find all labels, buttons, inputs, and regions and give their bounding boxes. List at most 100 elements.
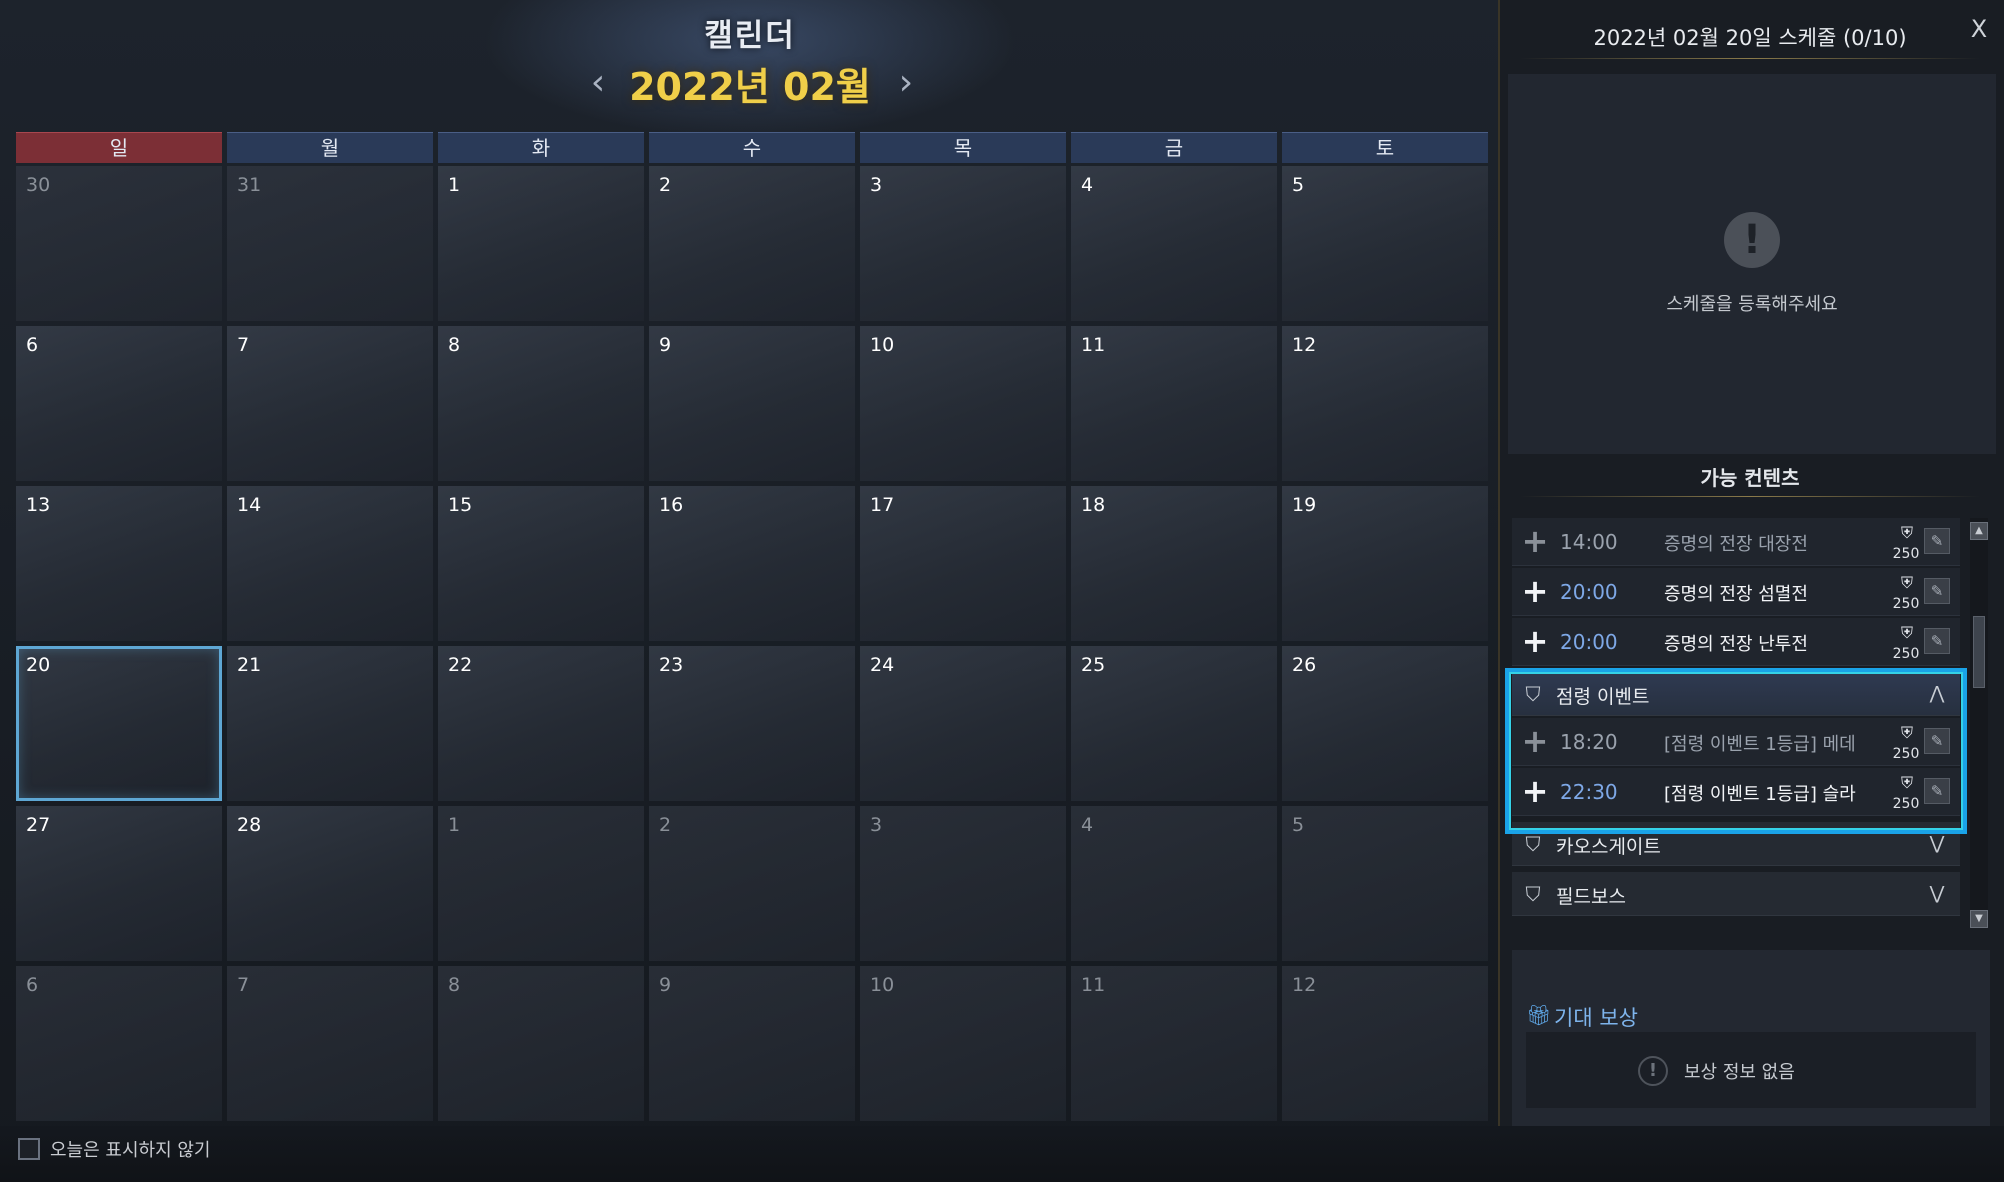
calendar-day[interactable]: 2: [649, 166, 855, 321]
calendar-day[interactable]: 3: [860, 166, 1066, 321]
shield-crest-icon: ⛉: [1525, 682, 1541, 706]
add-schedule-button[interactable]: +: [1520, 625, 1550, 657]
calendar-day[interactable]: 25: [1071, 646, 1277, 801]
weekday-header: 일월화수목금토: [16, 132, 1488, 163]
calendar-day[interactable]: 8: [438, 326, 644, 481]
day-number: 27: [26, 814, 51, 836]
calendar-day[interactable]: 30: [16, 166, 222, 321]
scroll-down-button[interactable]: ▼: [1970, 910, 1988, 928]
content-name: [점령 이벤트 1등급] 메데: [1664, 734, 1856, 755]
chevron-down-icon[interactable]: ⋁: [1924, 881, 1950, 907]
day-number: 3: [870, 814, 883, 836]
content-name: [점령 이벤트 1등급] 슬라: [1664, 784, 1856, 805]
calendar-day[interactable]: 10: [860, 326, 1066, 481]
category-header[interactable]: ⛉ 필드보스 ⋁: [1512, 872, 1960, 916]
calendar-day[interactable]: 7: [227, 966, 433, 1121]
calendar-day[interactable]: 11: [1071, 966, 1277, 1121]
calendar-day[interactable]: 7: [227, 326, 433, 481]
next-month-button[interactable]: ›: [886, 61, 926, 103]
day-number: 23: [659, 654, 684, 676]
category-header[interactable]: ⛉ 점령 이벤트 ⋀: [1512, 672, 1960, 716]
weekday-label: 목: [860, 132, 1066, 163]
calendar-day[interactable]: 16: [649, 486, 855, 641]
calendar-day[interactable]: 15: [438, 486, 644, 641]
calendar-day[interactable]: 18: [1071, 486, 1277, 641]
day-number: 2: [659, 814, 672, 836]
calendar-day[interactable]: 3: [860, 806, 1066, 961]
category-header[interactable]: ⛉ 카오스게이트 ⋁: [1512, 822, 1960, 866]
calendar-day[interactable]: 24: [860, 646, 1066, 801]
day-number: 9: [659, 974, 672, 996]
day-number: 24: [870, 654, 895, 676]
expected-reward-section: 🎁︎ 기대 보상 ! 보상 정보 없음: [1512, 950, 1990, 1126]
chevron-up-icon[interactable]: ⋀: [1924, 681, 1950, 707]
day-number: 9: [659, 334, 672, 356]
calendar-day[interactable]: 6: [16, 326, 222, 481]
scroll-thumb[interactable]: [1973, 616, 1985, 688]
calendar-day[interactable]: 5: [1282, 806, 1488, 961]
edit-icon-button[interactable]: ✎: [1924, 578, 1950, 604]
calendar-day[interactable]: 8: [438, 966, 644, 1121]
edit-icon-button[interactable]: ✎: [1924, 778, 1950, 804]
chevron-down-icon[interactable]: ⋁: [1924, 831, 1950, 857]
content-item: +22:30 [점령 이벤트 1등급] 슬라 ⛨ 250 ✎: [1512, 768, 1960, 816]
calendar-day[interactable]: 4: [1071, 806, 1277, 961]
add-schedule-button[interactable]: +: [1520, 575, 1550, 607]
calendar-day[interactable]: 1: [438, 166, 644, 321]
calendar-day[interactable]: 13: [16, 486, 222, 641]
calendar-day[interactable]: 12: [1282, 966, 1488, 1121]
add-schedule-button[interactable]: +: [1520, 525, 1550, 557]
day-number: 26: [1292, 654, 1317, 676]
calendar-day[interactable]: 19: [1282, 486, 1488, 641]
calendar-day[interactable]: 1: [438, 806, 644, 961]
scroll-up-button[interactable]: ▲: [1970, 522, 1988, 540]
add-schedule-button[interactable]: +: [1520, 775, 1550, 807]
add-schedule-button[interactable]: +: [1520, 725, 1550, 757]
calendar-day[interactable]: 9: [649, 326, 855, 481]
calendar-day[interactable]: 17: [860, 486, 1066, 641]
calendar-day[interactable]: 11: [1071, 326, 1277, 481]
day-number: 28: [237, 814, 262, 836]
day-number: 21: [237, 654, 262, 676]
hide-today-option[interactable]: 오늘은 표시하지 않기: [18, 1136, 210, 1162]
day-number: 25: [1081, 654, 1106, 676]
weekday-label: 토: [1282, 132, 1488, 163]
content-name: 증명의 전장 난투전: [1664, 634, 1808, 655]
weekday-label: 월: [227, 132, 433, 163]
chevron-right-icon: ›: [898, 61, 914, 103]
calendar-day[interactable]: 9: [649, 966, 855, 1121]
calendar-day[interactable]: 5: [1282, 166, 1488, 321]
day-number: 30: [26, 174, 51, 196]
calendar-day[interactable]: 23: [649, 646, 855, 801]
calendar-day[interactable]: 14: [227, 486, 433, 641]
day-number: 22: [448, 654, 473, 676]
calendar-day-selected[interactable]: 20: [16, 646, 222, 801]
divider: [1520, 496, 1980, 497]
required-level: 250: [1892, 646, 1920, 662]
day-number: 5: [1292, 174, 1305, 196]
edit-icon-button[interactable]: ✎: [1924, 728, 1950, 754]
calendar-day[interactable]: 22: [438, 646, 644, 801]
day-number: 1: [448, 174, 461, 196]
scrollbar[interactable]: [1970, 518, 1988, 928]
weekday-label: 수: [649, 132, 855, 163]
day-number: 3: [870, 174, 883, 196]
helmet-icon: ⛨: [1900, 573, 1913, 592]
calendar-day[interactable]: 2: [649, 806, 855, 961]
close-button[interactable]: X: [1964, 14, 1994, 44]
calendar-day[interactable]: 10: [860, 966, 1066, 1121]
calendar-day[interactable]: 4: [1071, 166, 1277, 321]
calendar-day[interactable]: 21: [227, 646, 433, 801]
calendar-day[interactable]: 27: [16, 806, 222, 961]
calendar-day[interactable]: 31: [227, 166, 433, 321]
edit-icon-button[interactable]: ✎: [1924, 528, 1950, 554]
edit-icon-button[interactable]: ✎: [1924, 628, 1950, 654]
content-time: 22:30: [1560, 780, 1618, 804]
hide-today-checkbox[interactable]: [18, 1138, 40, 1160]
calendar-day[interactable]: 6: [16, 966, 222, 1121]
month-label: 2022년 02월: [629, 65, 871, 109]
calendar-day[interactable]: 12: [1282, 326, 1488, 481]
helmet-icon: ⛨: [1900, 623, 1913, 642]
calendar-day[interactable]: 28: [227, 806, 433, 961]
calendar-day[interactable]: 26: [1282, 646, 1488, 801]
